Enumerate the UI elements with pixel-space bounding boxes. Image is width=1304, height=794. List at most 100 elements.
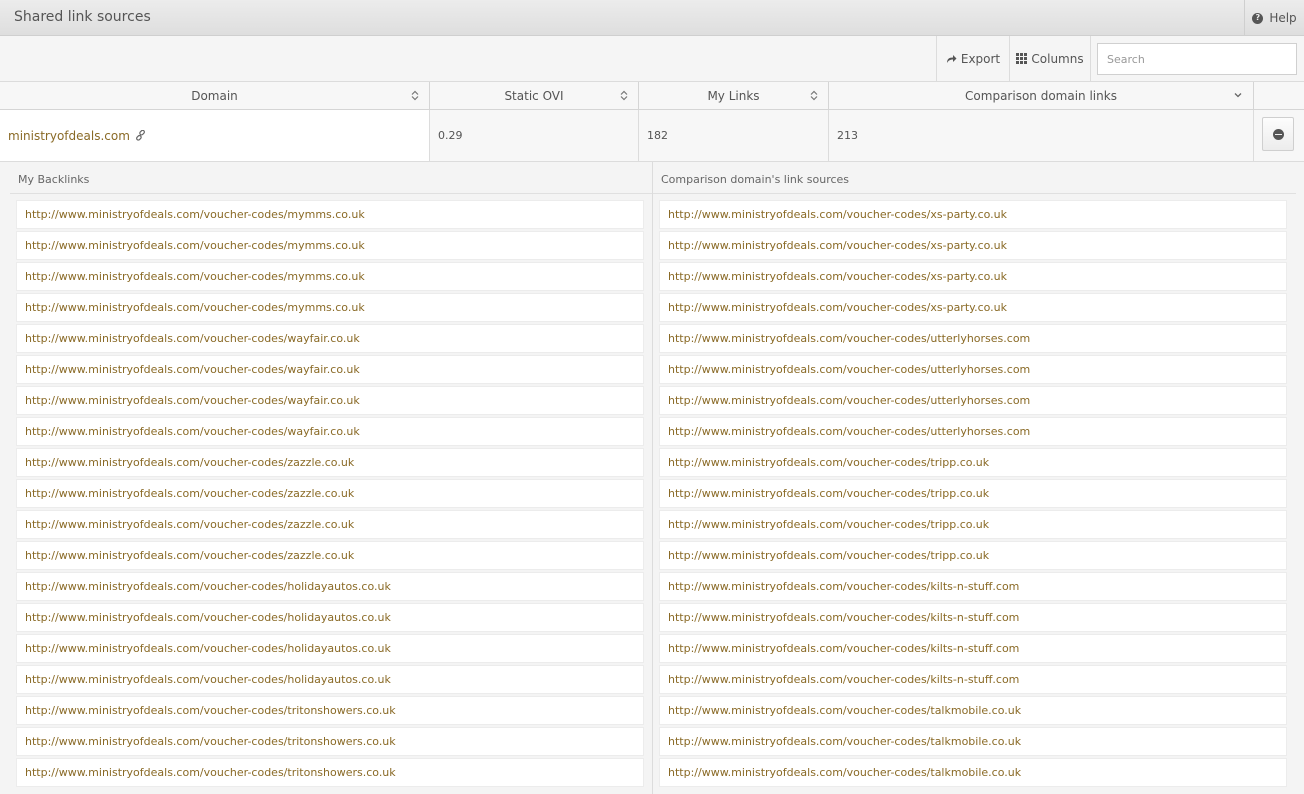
url-link[interactable]: http://www.ministryofdeals.com/voucher-c… — [16, 231, 644, 260]
comparison-sources-panel: Comparison domain's link sources http://… — [652, 162, 1296, 794]
list-item: http://www.ministryofdeals.com/voucher-c… — [659, 261, 1296, 292]
url-link[interactable]: http://www.ministryofdeals.com/voucher-c… — [659, 417, 1287, 446]
list-item: http://www.ministryofdeals.com/voucher-c… — [16, 416, 652, 447]
url-link[interactable]: http://www.ministryofdeals.com/voucher-c… — [659, 479, 1287, 508]
domain-link[interactable]: ministryofdeals.com — [8, 129, 130, 143]
list-item: http://www.ministryofdeals.com/voucher-c… — [659, 602, 1296, 633]
comparison-list: http://www.ministryofdeals.com/voucher-c… — [653, 194, 1296, 788]
column-header-label: Domain — [191, 88, 238, 103]
url-link[interactable]: http://www.ministryofdeals.com/voucher-c… — [659, 510, 1287, 539]
url-link[interactable]: http://www.ministryofdeals.com/voucher-c… — [659, 324, 1287, 353]
help-button[interactable]: ? Help — [1244, 0, 1304, 36]
help-icon: ? — [1252, 12, 1264, 24]
url-link[interactable]: http://www.ministryofdeals.com/voucher-c… — [16, 603, 644, 632]
link-chain-icon[interactable] — [135, 130, 146, 141]
column-header-comparison-links[interactable]: Comparison domain links — [829, 82, 1254, 109]
url-link[interactable]: http://www.ministryofdeals.com/voucher-c… — [659, 231, 1287, 260]
url-link[interactable]: http://www.ministryofdeals.com/voucher-c… — [659, 541, 1287, 570]
url-link[interactable]: http://www.ministryofdeals.com/voucher-c… — [16, 293, 644, 322]
column-header-label: Static OVI — [504, 88, 564, 103]
url-link[interactable]: http://www.ministryofdeals.com/voucher-c… — [16, 200, 644, 229]
list-item: http://www.ministryofdeals.com/voucher-c… — [16, 230, 652, 261]
url-link[interactable]: http://www.ministryofdeals.com/voucher-c… — [16, 758, 644, 787]
collapse-button[interactable] — [1262, 117, 1294, 151]
column-header-actions — [1254, 82, 1304, 109]
url-link[interactable]: http://www.ministryofdeals.com/voucher-c… — [659, 386, 1287, 415]
backlinks-list: http://www.ministryofdeals.com/voucher-c… — [10, 194, 652, 788]
chevron-down-icon — [1234, 93, 1242, 98]
column-header-label: My Links — [707, 88, 760, 103]
list-item: http://www.ministryofdeals.com/voucher-c… — [659, 633, 1296, 664]
collapse-icon — [1272, 128, 1284, 140]
list-item: http://www.ministryofdeals.com/voucher-c… — [659, 354, 1296, 385]
list-item: http://www.ministryofdeals.com/voucher-c… — [16, 385, 652, 416]
columns-button[interactable]: Columns — [1009, 36, 1091, 81]
list-item: http://www.ministryofdeals.com/voucher-c… — [16, 447, 652, 478]
list-item: http://www.ministryofdeals.com/voucher-c… — [659, 199, 1296, 230]
list-item: http://www.ministryofdeals.com/voucher-c… — [659, 695, 1296, 726]
toolbar: Export Columns — [0, 36, 1304, 82]
my-links-cell: 182 — [639, 110, 829, 161]
list-item: http://www.ministryofdeals.com/voucher-c… — [659, 323, 1296, 354]
list-item: http://www.ministryofdeals.com/voucher-c… — [16, 726, 652, 757]
help-label: Help — [1269, 11, 1297, 25]
list-item: http://www.ministryofdeals.com/voucher-c… — [659, 571, 1296, 602]
url-link[interactable]: http://www.ministryofdeals.com/voucher-c… — [659, 634, 1287, 663]
search-input[interactable] — [1097, 43, 1297, 75]
list-item: http://www.ministryofdeals.com/voucher-c… — [659, 416, 1296, 447]
url-link[interactable]: http://www.ministryofdeals.com/voucher-c… — [16, 510, 644, 539]
url-link[interactable]: http://www.ministryofdeals.com/voucher-c… — [16, 262, 644, 291]
url-link[interactable]: http://www.ministryofdeals.com/voucher-c… — [16, 355, 644, 384]
url-link[interactable]: http://www.ministryofdeals.com/voucher-c… — [659, 572, 1287, 601]
url-link[interactable]: http://www.ministryofdeals.com/voucher-c… — [659, 665, 1287, 694]
column-header-my-links[interactable]: My Links — [639, 82, 829, 109]
list-item: http://www.ministryofdeals.com/voucher-c… — [16, 571, 652, 602]
panel-title: My Backlinks — [10, 162, 652, 194]
url-link[interactable]: http://www.ministryofdeals.com/voucher-c… — [16, 727, 644, 756]
url-link[interactable]: http://www.ministryofdeals.com/voucher-c… — [16, 665, 644, 694]
list-item: http://www.ministryofdeals.com/voucher-c… — [16, 695, 652, 726]
url-link[interactable]: http://www.ministryofdeals.com/voucher-c… — [16, 417, 644, 446]
page-title: Shared link sources — [14, 9, 151, 25]
list-item: http://www.ministryofdeals.com/voucher-c… — [659, 509, 1296, 540]
list-item: http://www.ministryofdeals.com/voucher-c… — [16, 602, 652, 633]
url-link[interactable]: http://www.ministryofdeals.com/voucher-c… — [659, 758, 1287, 787]
columns-label[interactable]: Columns — [1031, 52, 1083, 66]
list-item: http://www.ministryofdeals.com/voucher-c… — [16, 664, 652, 695]
static-ovi-cell: 0.29 — [430, 110, 639, 161]
list-item: http://www.ministryofdeals.com/voucher-c… — [16, 509, 652, 540]
url-link[interactable]: http://www.ministryofdeals.com/voucher-c… — [659, 448, 1287, 477]
url-link[interactable]: http://www.ministryofdeals.com/voucher-c… — [659, 262, 1287, 291]
url-link[interactable]: http://www.ministryofdeals.com/voucher-c… — [659, 696, 1287, 725]
list-item: http://www.ministryofdeals.com/voucher-c… — [659, 447, 1296, 478]
column-header-domain[interactable]: Domain — [0, 82, 430, 109]
url-link[interactable]: http://www.ministryofdeals.com/voucher-c… — [659, 200, 1287, 229]
url-link[interactable]: http://www.ministryofdeals.com/voucher-c… — [659, 603, 1287, 632]
url-link[interactable]: http://www.ministryofdeals.com/voucher-c… — [659, 727, 1287, 756]
comparison-links-cell: 213 — [829, 110, 1254, 161]
url-link[interactable]: http://www.ministryofdeals.com/voucher-c… — [16, 541, 644, 570]
url-link[interactable]: http://www.ministryofdeals.com/voucher-c… — [16, 572, 644, 601]
list-item: http://www.ministryofdeals.com/voucher-c… — [659, 664, 1296, 695]
url-link[interactable]: http://www.ministryofdeals.com/voucher-c… — [16, 324, 644, 353]
column-header-static-ovi[interactable]: Static OVI — [430, 82, 639, 109]
sort-icon — [810, 90, 818, 101]
url-link[interactable]: http://www.ministryofdeals.com/voucher-c… — [16, 448, 644, 477]
url-link[interactable]: http://www.ministryofdeals.com/voucher-c… — [16, 479, 644, 508]
panel-title: Comparison domain's link sources — [653, 162, 1296, 194]
list-item: http://www.ministryofdeals.com/voucher-c… — [16, 757, 652, 788]
list-item: http://www.ministryofdeals.com/voucher-c… — [16, 478, 652, 509]
list-item: http://www.ministryofdeals.com/voucher-c… — [659, 292, 1296, 323]
url-link[interactable]: http://www.ministryofdeals.com/voucher-c… — [659, 355, 1287, 384]
list-item: http://www.ministryofdeals.com/voucher-c… — [659, 757, 1296, 788]
title-bar: Shared link sources ? Help — [0, 0, 1304, 36]
url-link[interactable]: http://www.ministryofdeals.com/voucher-c… — [16, 634, 644, 663]
url-link[interactable]: http://www.ministryofdeals.com/voucher-c… — [16, 386, 644, 415]
url-link[interactable]: http://www.ministryofdeals.com/voucher-c… — [659, 293, 1287, 322]
list-item: http://www.ministryofdeals.com/voucher-c… — [16, 633, 652, 664]
list-item: http://www.ministryofdeals.com/voucher-c… — [16, 199, 652, 230]
list-item: http://www.ministryofdeals.com/voucher-c… — [16, 292, 652, 323]
url-link[interactable]: http://www.ministryofdeals.com/voucher-c… — [16, 696, 644, 725]
table-row[interactable]: ministryofdeals.com 0.29 182 213 — [0, 110, 1304, 162]
export-button[interactable]: Export — [936, 36, 1009, 81]
